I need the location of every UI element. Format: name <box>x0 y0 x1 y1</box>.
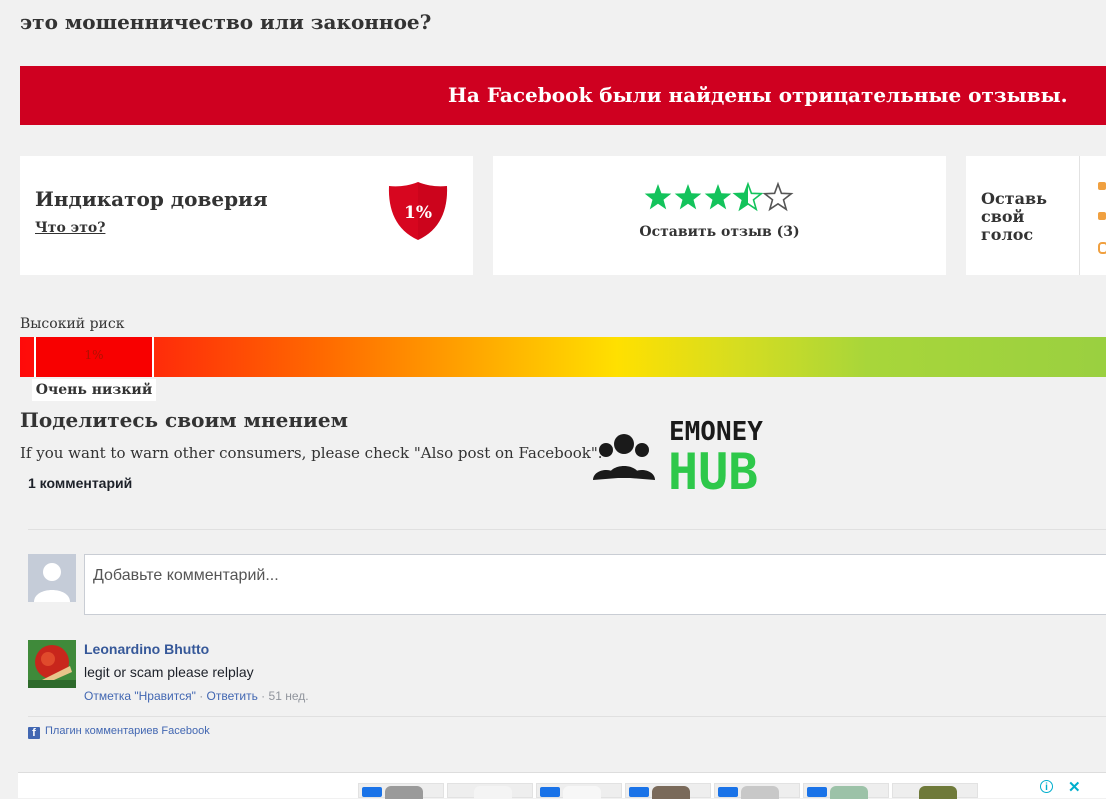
risk-marker-label: Очень низкий <box>32 379 156 401</box>
separator: · <box>199 689 204 703</box>
share-opinion-heading: Поделитесь своим мнением <box>20 408 348 432</box>
vote-divider <box>1079 156 1080 275</box>
what-is-this-link[interactable]: Что это? <box>35 220 105 236</box>
shirt-image <box>741 786 779 799</box>
ad-close-icon[interactable]: ✕ <box>1068 778 1081 796</box>
star-empty-icon <box>762 181 794 212</box>
risk-gradient-bar <box>20 337 1106 377</box>
rating-card: Оставить отзыв (3) <box>493 156 946 275</box>
thumb-down-icon[interactable] <box>1098 212 1106 220</box>
vote-label: Оставь свой голос <box>981 189 1047 244</box>
share-info-text: If you want to warn other consumers, ple… <box>20 444 603 462</box>
like-link[interactable]: Отметка "Нравится" <box>84 689 196 703</box>
ad-product-tile[interactable] <box>803 783 889 799</box>
price-tag-icon <box>540 787 560 797</box>
high-risk-label: Высокий риск <box>20 316 125 332</box>
alert-text: На Facebook были найдены отрицательные о… <box>448 83 1068 107</box>
price-tag-icon <box>629 787 649 797</box>
risk-marker-value: 1% <box>84 348 104 362</box>
shirt-image <box>474 786 512 799</box>
trust-indicator-card: Индикатор доверия Что это? 1% <box>20 156 473 275</box>
commenter-avatar[interactable] <box>28 640 76 688</box>
ad-product-tile[interactable] <box>625 783 711 799</box>
trust-shield-icon: 1% <box>388 180 448 242</box>
price-tag-icon <box>807 787 827 797</box>
thumb-up-icon[interactable] <box>1098 182 1106 190</box>
comment-input[interactable]: Добавьте комментарий... <box>84 554 1106 615</box>
shirt-image <box>385 786 423 799</box>
star-rating[interactable] <box>643 180 795 214</box>
shirt-image <box>652 786 690 799</box>
separator: · <box>261 689 266 703</box>
shirt-image <box>919 786 957 799</box>
reply-link[interactable]: Ответить <box>207 689 258 703</box>
ad-product-tile[interactable] <box>536 783 622 799</box>
trust-title: Индикатор доверия <box>35 187 268 211</box>
vote-card: Оставь свой голос <box>966 156 1106 275</box>
user-avatar <box>28 554 76 602</box>
divider <box>28 529 1106 530</box>
hand-pointer-icon[interactable] <box>1098 242 1106 254</box>
comment-text: legit or scam please relplay <box>84 664 254 680</box>
trust-score: 1% <box>404 203 432 223</box>
star-full-icon <box>644 184 672 210</box>
negative-reviews-banner: На Facebook были найдены отрицательные о… <box>20 66 1106 125</box>
price-tag-icon <box>362 787 382 797</box>
ad-product-tile[interactable] <box>714 783 800 799</box>
ad-info-icon[interactable]: i <box>1040 780 1053 793</box>
shirt-image <box>563 786 601 799</box>
star-full-icon <box>704 184 732 210</box>
facebook-comments-plugin-link[interactable]: f Плагин комментариев Facebook <box>28 725 210 739</box>
comment-count: 1 комментарий <box>28 475 133 491</box>
plugin-label: Плагин комментариев Facebook <box>45 725 210 737</box>
risk-marker: 1% <box>34 337 154 377</box>
ad-product-tile[interactable] <box>447 783 533 799</box>
star-full-icon <box>674 184 702 210</box>
comment-actions: Отметка "Нравится" · Ответить · 51 нед. <box>84 689 309 703</box>
page-title: это мошенничество или законное? <box>20 10 432 34</box>
users-group-icon <box>593 434 655 480</box>
comment-time: 51 нед. <box>268 689 309 703</box>
divider <box>28 716 1106 717</box>
price-tag-icon <box>718 787 738 797</box>
ad-banner[interactable] <box>18 772 1106 799</box>
comment-author[interactable]: Leonardino Bhutto <box>84 641 209 657</box>
shirt-image <box>830 786 868 799</box>
ad-product-tile[interactable] <box>892 783 978 799</box>
leave-review-link[interactable]: Оставить отзыв (3) <box>493 224 946 240</box>
ad-product-tile[interactable] <box>358 783 444 799</box>
logo-word-hub: HUB <box>668 443 758 498</box>
emoney-hub-logo: EMONEY HUB <box>590 417 810 501</box>
facebook-icon: f <box>28 727 40 739</box>
